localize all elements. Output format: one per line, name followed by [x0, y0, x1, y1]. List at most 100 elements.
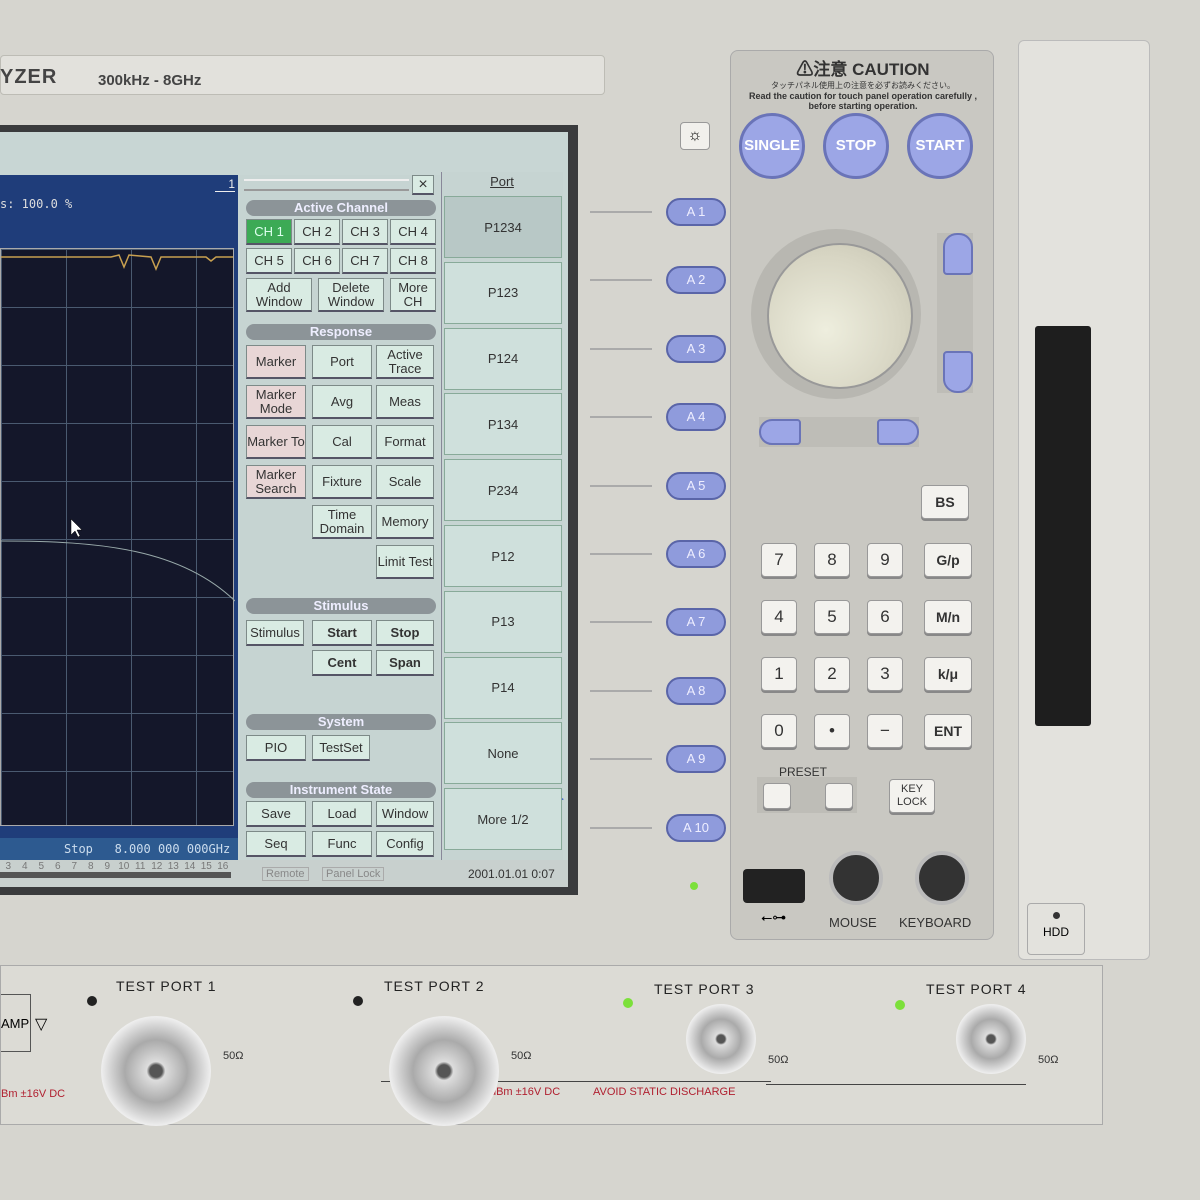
key-4[interactable]: 4 — [761, 600, 797, 634]
softkey-a1[interactable]: A 1 — [666, 198, 726, 226]
down-arrow-button[interactable] — [943, 351, 973, 393]
response-button[interactable]: Marker — [246, 345, 306, 379]
backspace-key[interactable]: BS — [921, 485, 969, 519]
port-option[interactable]: P123 — [444, 261, 562, 324]
response-button[interactable]: Memory — [376, 505, 434, 539]
channel-button-8[interactable]: CH 8 — [390, 248, 436, 274]
channel-button-7[interactable]: CH 7 — [342, 248, 388, 274]
response-button[interactable]: Marker Search — [246, 465, 306, 499]
channel-button-6[interactable]: CH 6 — [294, 248, 340, 274]
preset-key-1[interactable] — [763, 783, 791, 809]
softkey-a6[interactable]: A 6 — [666, 540, 726, 568]
key-0[interactable]: 0 — [761, 714, 797, 748]
key-−[interactable]: − — [867, 714, 903, 748]
stop-button[interactable]: STOP — [823, 113, 889, 179]
softkey-a9[interactable]: A 9 — [666, 745, 726, 774]
stimulus-button[interactable]: Cent — [312, 650, 372, 676]
single-button[interactable]: SINGLE — [739, 113, 805, 179]
mouse-port[interactable] — [829, 851, 883, 905]
channel-button-2[interactable]: CH 2 — [294, 219, 340, 245]
response-button[interactable]: Time Domain — [312, 505, 372, 539]
window-button[interactable]: Add Window — [246, 278, 312, 312]
port-option[interactable]: P124 — [444, 327, 562, 390]
preset-key-2[interactable] — [825, 783, 853, 809]
left-arrow-button[interactable] — [759, 419, 801, 445]
key-2[interactable]: 2 — [814, 657, 850, 691]
key-8[interactable]: 8 — [814, 543, 850, 577]
channel-button-5[interactable]: CH 5 — [246, 248, 292, 274]
test-port-2-connector[interactable] — [389, 1016, 499, 1126]
floppy-drive-slot[interactable] — [1035, 326, 1091, 726]
test-port-4-connector[interactable] — [956, 1004, 1026, 1074]
port-option[interactable]: None — [444, 722, 562, 785]
port-option[interactable]: P234 — [444, 459, 562, 522]
right-arrow-button[interactable] — [877, 419, 919, 445]
softkey-a10[interactable]: A 10 — [666, 813, 726, 842]
system-button[interactable]: TestSet — [312, 735, 370, 761]
response-button[interactable]: Limit Test — [376, 545, 434, 579]
keyboard-port[interactable] — [915, 851, 969, 905]
channel-button-1[interactable]: CH 1 — [246, 219, 292, 245]
usb-port[interactable] — [743, 869, 805, 903]
key-lock-button[interactable]: KEY LOCK — [889, 779, 935, 813]
response-button[interactable]: Scale — [376, 465, 434, 499]
state-button[interactable]: Config — [376, 831, 434, 857]
softkey-a4[interactable]: A 4 — [666, 403, 726, 432]
key-5[interactable]: 5 — [814, 600, 850, 634]
plot-grid[interactable] — [0, 248, 236, 826]
softkey-a5[interactable]: A 5 — [666, 471, 726, 500]
port-option[interactable]: P134 — [444, 393, 562, 456]
state-button[interactable]: Load — [312, 801, 372, 827]
port-option[interactable]: P12 — [444, 525, 562, 587]
key-9[interactable]: 9 — [867, 543, 903, 577]
response-button[interactable]: Active Trace — [376, 345, 434, 379]
brightness-button[interactable]: ☼ — [680, 122, 710, 150]
softkey-a2[interactable]: A 2 — [666, 266, 726, 295]
response-button[interactable]: Avg — [312, 385, 372, 419]
response-button[interactable]: Format — [376, 425, 434, 459]
close-button[interactable]: × — [412, 175, 434, 195]
port-option[interactable]: P13 — [444, 590, 562, 653]
port-option[interactable]: More 1/2 — [444, 788, 562, 851]
key-G/p[interactable]: G/p — [924, 543, 972, 577]
response-button[interactable]: Meas — [376, 385, 434, 419]
stimulus-button[interactable]: Start — [312, 620, 372, 646]
stimulus-button[interactable]: Span — [376, 650, 434, 676]
response-button[interactable]: Fixture — [312, 465, 372, 499]
up-arrow-button[interactable] — [943, 233, 973, 275]
port-option[interactable]: P1234 — [444, 196, 562, 258]
state-button[interactable]: Window — [376, 801, 434, 827]
start-button[interactable]: START — [907, 113, 973, 179]
softkey-a8[interactable]: A 8 — [666, 676, 726, 705]
key-3[interactable]: 3 — [867, 657, 903, 691]
softkey-a7[interactable]: A 7 — [666, 608, 726, 637]
window-button[interactable]: Delete Window — [318, 278, 384, 312]
key-•[interactable]: • — [814, 714, 850, 748]
channel-button-4[interactable]: CH 4 — [390, 219, 436, 245]
stimulus-button[interactable]: Stop — [376, 620, 434, 646]
system-button[interactable]: PIO — [246, 735, 306, 761]
key-6[interactable]: 6 — [867, 600, 903, 634]
model-strip — [0, 55, 605, 95]
key-k/μ[interactable]: k/μ — [924, 657, 972, 691]
key-M/n[interactable]: M/n — [924, 600, 972, 634]
stimulus-button[interactable]: Stimulus — [246, 620, 304, 646]
state-button[interactable]: Func — [312, 831, 372, 857]
state-button[interactable]: Save — [246, 801, 306, 827]
menu-title-bar[interactable] — [244, 179, 409, 191]
response-button[interactable]: Marker To — [246, 425, 306, 459]
softkey-a3[interactable]: A 3 — [666, 334, 726, 363]
window-button[interactable]: More CH — [390, 278, 436, 312]
response-button[interactable]: Cal — [312, 425, 372, 459]
key-7[interactable]: 7 — [761, 543, 797, 577]
channel-button-3[interactable]: CH 3 — [342, 219, 388, 245]
test-port-3-connector[interactable] — [686, 1004, 756, 1074]
key-1[interactable]: 1 — [761, 657, 797, 691]
key-ENT[interactable]: ENT — [924, 714, 972, 748]
state-button[interactable]: Seq — [246, 831, 306, 857]
rotary-knob[interactable] — [767, 243, 913, 389]
response-button[interactable]: Port — [312, 345, 372, 379]
response-button[interactable]: Marker Mode — [246, 385, 306, 419]
port-option[interactable]: P14 — [444, 656, 562, 719]
test-port-1-connector[interactable] — [101, 1016, 211, 1126]
